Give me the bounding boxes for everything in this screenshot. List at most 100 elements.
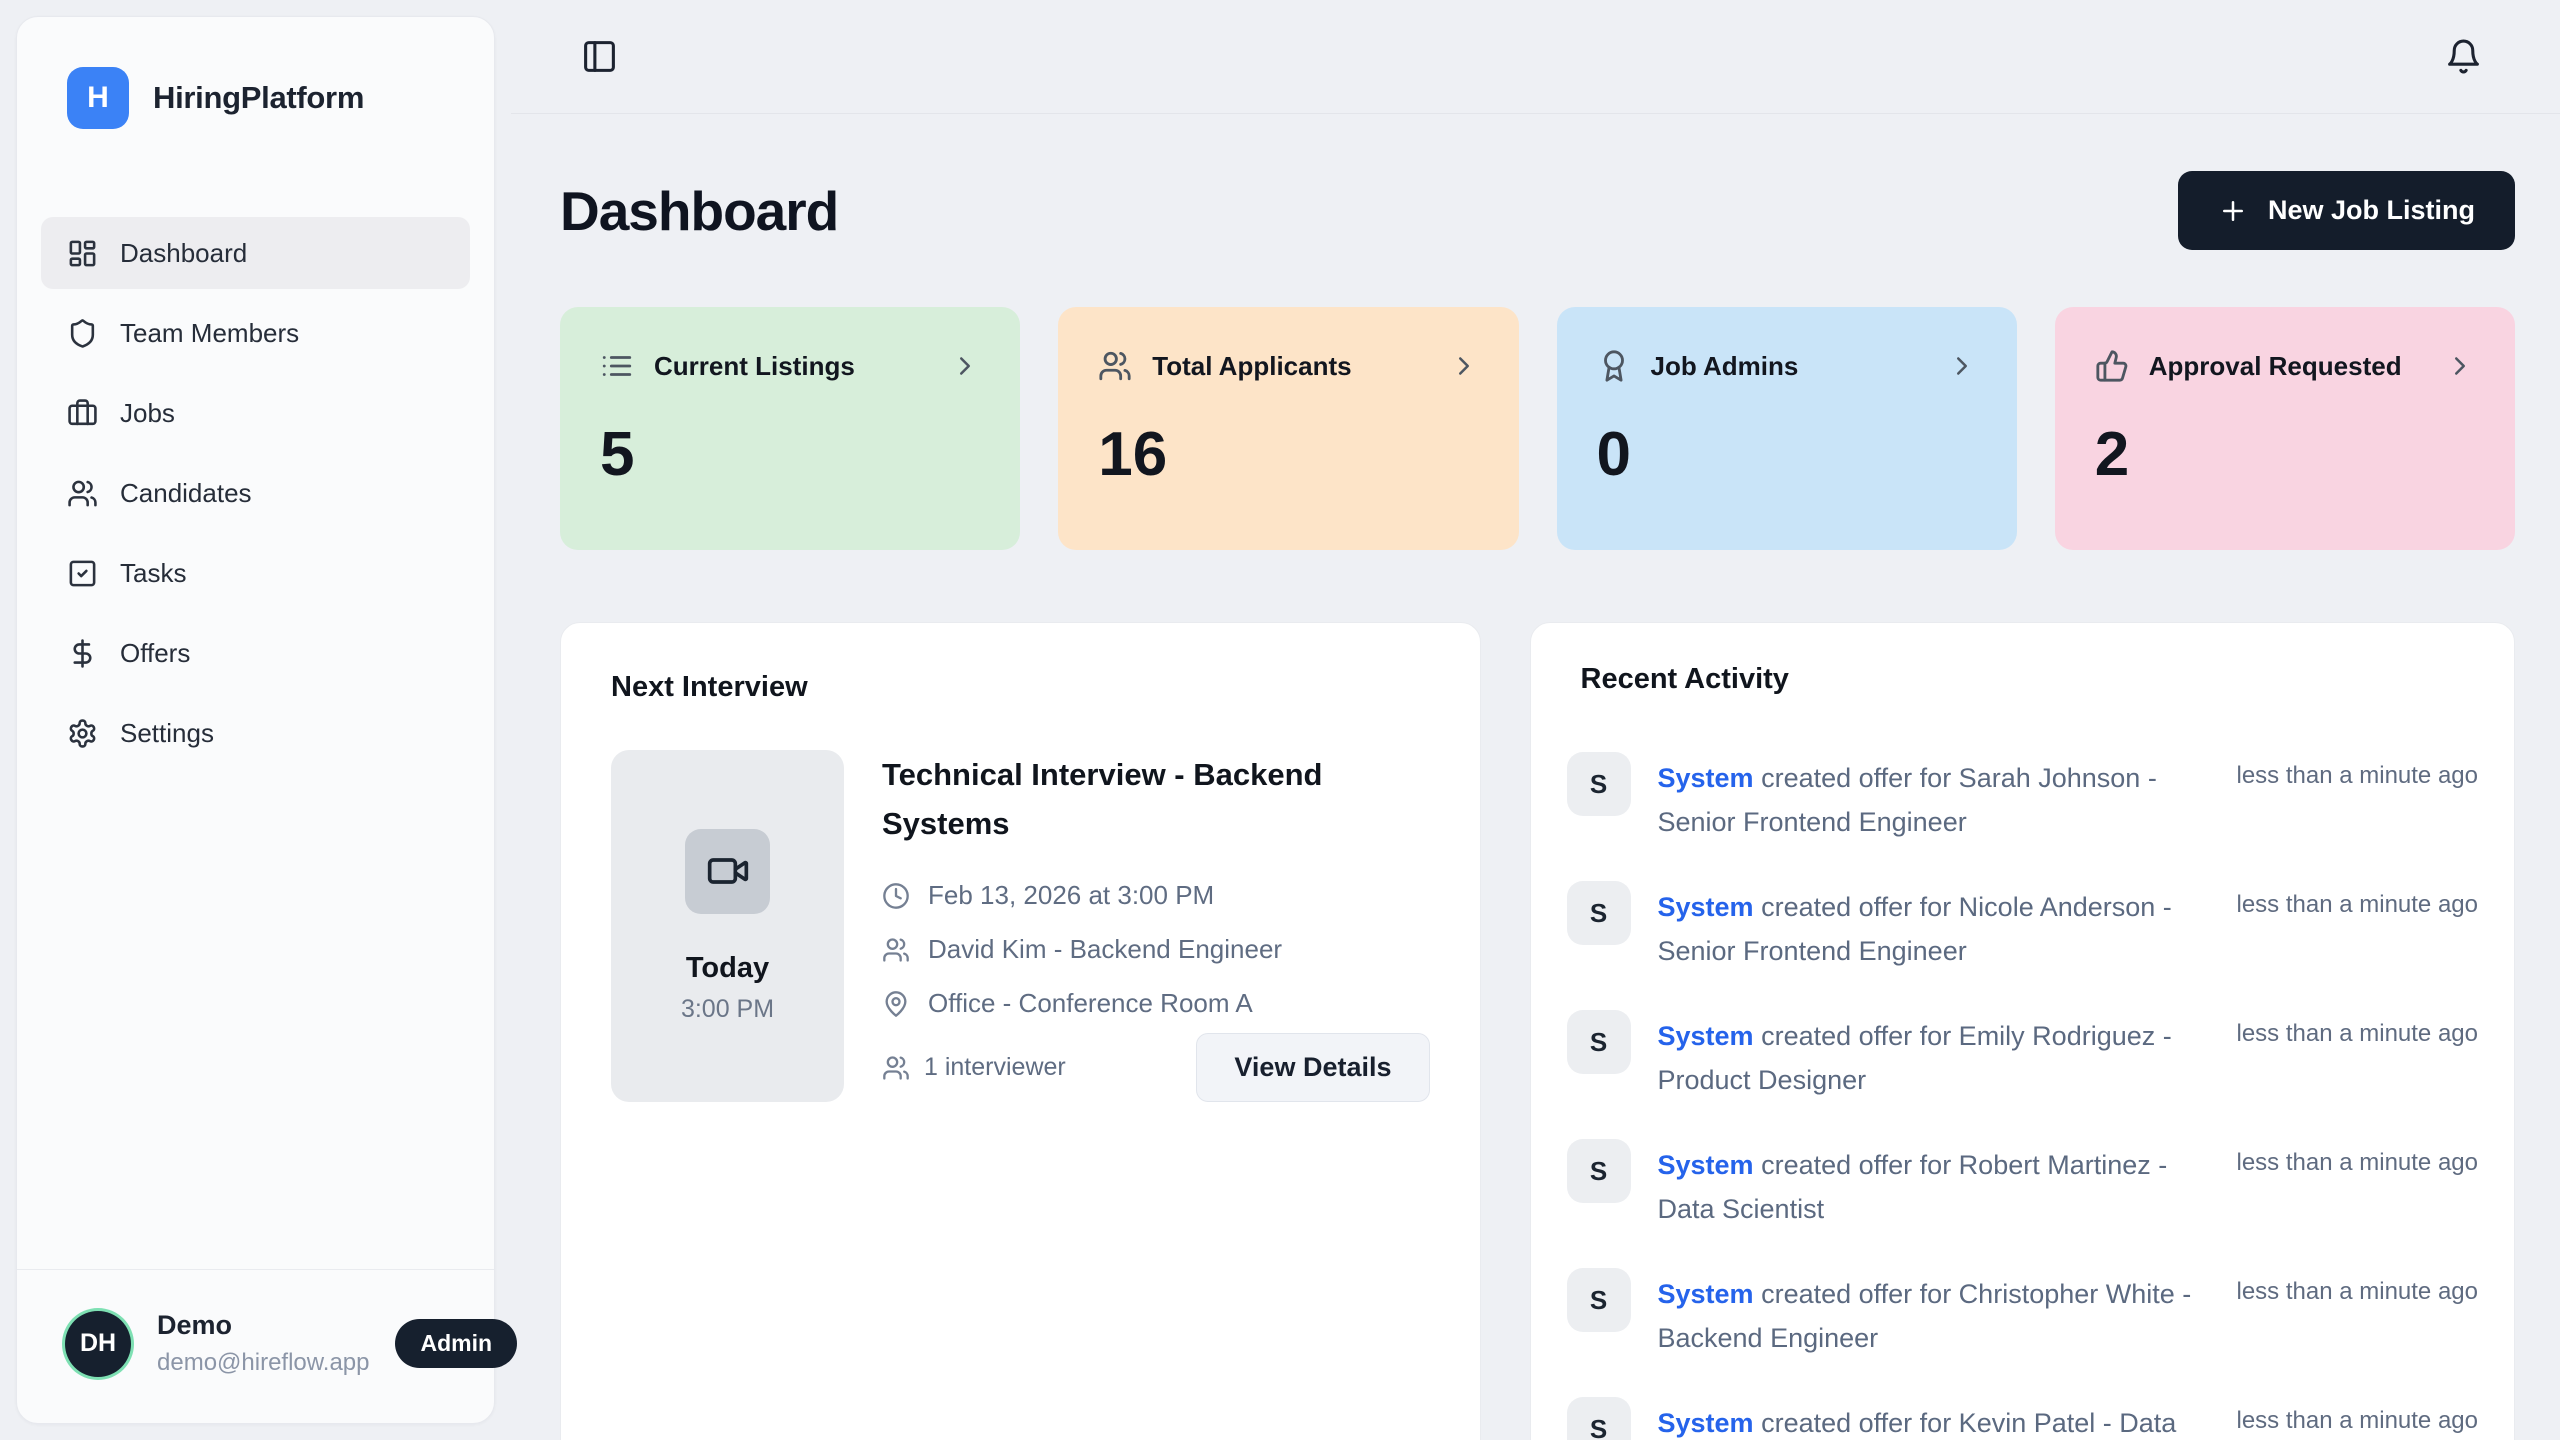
sidebar-item-jobs[interactable]: Jobs xyxy=(41,377,470,449)
chevron-right-icon xyxy=(1947,351,1977,381)
recent-activity-card: Recent Activity S System created offer f… xyxy=(1530,622,2516,1440)
thumbs-up-icon xyxy=(2095,349,2129,383)
layout-dashboard-icon xyxy=(67,238,98,269)
interview-day: Today xyxy=(686,952,769,985)
square-check-icon xyxy=(67,558,98,589)
sidebar-item-label: Team Members xyxy=(120,318,299,349)
dollar-sign-icon xyxy=(67,638,98,669)
interview-location: Office - Conference Room A xyxy=(928,988,1253,1019)
sidebar: H HiringPlatform Dashboard Team Members … xyxy=(16,16,495,1424)
activity-avatar: S xyxy=(1567,1010,1631,1074)
avatar: DH xyxy=(65,1311,131,1377)
interviewer-count-label: 1 interviewer xyxy=(924,1053,1066,1082)
activity-list: S System created offer for Sarah Johnson… xyxy=(1567,752,2479,1440)
stat-card-current-listings[interactable]: Current Listings 5 xyxy=(560,307,1020,550)
stat-value: 2 xyxy=(2095,419,2475,490)
interview-datetime: Feb 13, 2026 at 3:00 PM xyxy=(928,880,1214,911)
sidebar-item-label: Candidates xyxy=(120,478,252,509)
stat-head: Total Applicants xyxy=(1098,349,1478,383)
user-info: Demo demo@hireflow.app xyxy=(157,1310,369,1377)
activity-actor[interactable]: System xyxy=(1658,763,1754,793)
interview-time: 3:00 PM xyxy=(681,995,774,1024)
stat-card-approval-requested[interactable]: Approval Requested 2 xyxy=(2055,307,2515,550)
activity-text: System created offer for Christopher Whi… xyxy=(1658,1268,2210,1360)
sidebar-toggle-button[interactable] xyxy=(575,32,624,81)
user-email: demo@hireflow.app xyxy=(157,1349,369,1377)
notifications-button[interactable] xyxy=(2439,32,2488,81)
activity-row[interactable]: S System created offer for Nicole Anders… xyxy=(1567,881,2479,973)
activity-avatar: S xyxy=(1567,752,1631,816)
activity-timestamp: less than a minute ago xyxy=(2237,1139,2479,1177)
activity-text: System created offer for Robert Martinez… xyxy=(1658,1139,2210,1231)
interview-meta: Feb 13, 2026 at 3:00 PM David Kim - Back… xyxy=(882,880,1430,1019)
topbar xyxy=(511,0,2560,114)
activity-actor[interactable]: System xyxy=(1658,1279,1754,1309)
stat-value: 16 xyxy=(1098,419,1478,490)
interview-details: Technical Interview - Backend Systems Fe… xyxy=(882,750,1430,1102)
chevron-right-icon xyxy=(950,351,980,381)
new-job-listing-button[interactable]: New Job Listing xyxy=(2178,171,2515,250)
view-details-button[interactable]: View Details xyxy=(1196,1033,1429,1102)
user-name: Demo xyxy=(157,1310,369,1341)
activity-actor[interactable]: System xyxy=(1658,1021,1754,1051)
new-job-listing-label: New Job Listing xyxy=(2268,195,2475,226)
activity-actor[interactable]: System xyxy=(1658,1150,1754,1180)
sidebar-item-label: Offers xyxy=(120,638,190,669)
interview-candidate-row: David Kim - Backend Engineer xyxy=(882,934,1430,965)
gear-icon xyxy=(67,718,98,749)
sidebar-item-label: Dashboard xyxy=(120,238,247,269)
stat-label: Total Applicants xyxy=(1152,351,1351,382)
shield-icon xyxy=(67,318,98,349)
activity-timestamp: less than a minute ago xyxy=(2237,1397,2479,1435)
activity-row[interactable]: S System created offer for Kevin Patel -… xyxy=(1567,1397,2479,1440)
cards-row: Next Interview Today 3:00 PM Technical I… xyxy=(560,622,2515,1440)
app-name: HiringPlatform xyxy=(153,80,364,116)
bell-icon xyxy=(2445,38,2482,75)
sidebar-item-team-members[interactable]: Team Members xyxy=(41,297,470,369)
stat-card-total-applicants[interactable]: Total Applicants 16 xyxy=(1058,307,1518,550)
activity-row[interactable]: S System created offer for Robert Martin… xyxy=(1567,1139,2479,1231)
stat-card-job-admins[interactable]: Job Admins 0 xyxy=(1557,307,2017,550)
stat-head: Current Listings xyxy=(600,349,980,383)
panel-left-icon xyxy=(581,38,618,75)
chevron-right-icon xyxy=(1449,351,1479,381)
dashboard-content: Dashboard New Job Listing Current Listin… xyxy=(511,114,2560,1440)
activity-row[interactable]: S System created offer for Christopher W… xyxy=(1567,1268,2479,1360)
activity-timestamp: less than a minute ago xyxy=(2237,1010,2479,1048)
sidebar-item-tasks[interactable]: Tasks xyxy=(41,537,470,609)
stat-head: Approval Requested xyxy=(2095,349,2475,383)
interview-type-box xyxy=(685,829,770,914)
user-profile[interactable]: DH Demo demo@hireflow.app Admin xyxy=(17,1269,494,1423)
next-interview-card: Next Interview Today 3:00 PM Technical I… xyxy=(560,622,1481,1440)
app-logo: H xyxy=(67,67,129,129)
interview-datetime-row: Feb 13, 2026 at 3:00 PM xyxy=(882,880,1430,911)
activity-row[interactable]: S System created offer for Sarah Johnson… xyxy=(1567,752,2479,844)
activity-timestamp: less than a minute ago xyxy=(2237,881,2479,919)
page-header: Dashboard New Job Listing xyxy=(560,171,2515,250)
activity-timestamp: less than a minute ago xyxy=(2237,752,2479,790)
users-icon xyxy=(882,936,910,964)
stat-value: 5 xyxy=(600,419,980,490)
role-badge: Admin xyxy=(395,1319,517,1368)
sidebar-item-offers[interactable]: Offers xyxy=(41,617,470,689)
sidebar-item-candidates[interactable]: Candidates xyxy=(41,457,470,529)
sidebar-item-dashboard[interactable]: Dashboard xyxy=(41,217,470,289)
sidebar-nav: Dashboard Team Members Jobs Candidates T… xyxy=(41,217,470,769)
clock-icon xyxy=(882,882,910,910)
list-icon xyxy=(600,349,634,383)
plus-icon xyxy=(2218,196,2248,226)
activity-actor[interactable]: System xyxy=(1658,892,1754,922)
sidebar-item-settings[interactable]: Settings xyxy=(41,697,470,769)
users-icon xyxy=(67,478,98,509)
activity-text: System created offer for Nicole Anderson… xyxy=(1658,881,2210,973)
activity-text: System created offer for Sarah Johnson -… xyxy=(1658,752,2210,844)
app-logo-row: H HiringPlatform xyxy=(67,67,470,129)
sidebar-item-label: Settings xyxy=(120,718,214,749)
activity-row[interactable]: S System created offer for Emily Rodrigu… xyxy=(1567,1010,2479,1102)
activity-text: System created offer for Kevin Patel - D… xyxy=(1658,1397,2210,1440)
next-interview-title: Next Interview xyxy=(611,671,1430,704)
chevron-right-icon xyxy=(2445,351,2475,381)
stat-label: Job Admins xyxy=(1651,351,1799,382)
activity-actor[interactable]: System xyxy=(1658,1408,1754,1438)
sidebar-item-label: Jobs xyxy=(120,398,175,429)
